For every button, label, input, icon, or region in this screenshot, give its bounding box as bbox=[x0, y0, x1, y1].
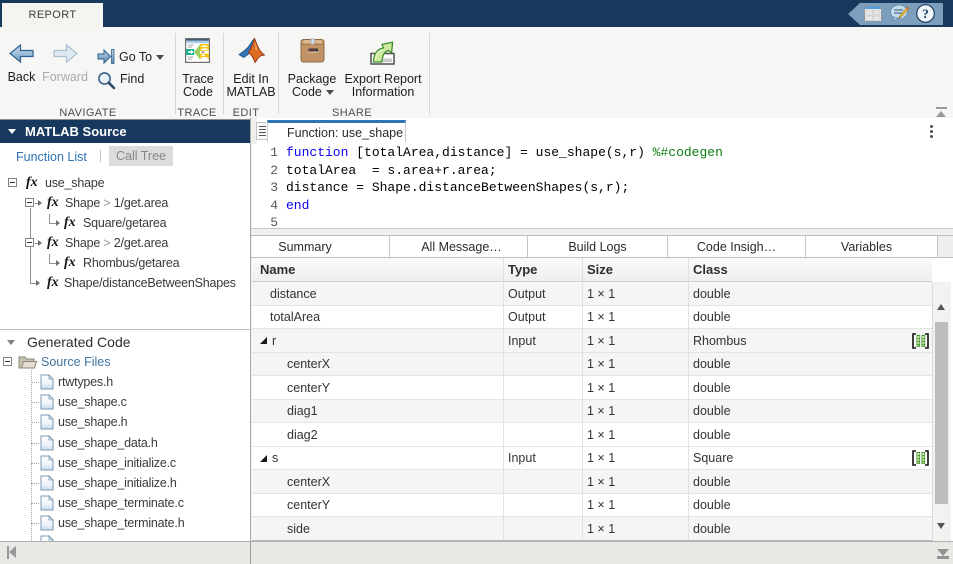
svg-text:?: ? bbox=[922, 6, 929, 21]
